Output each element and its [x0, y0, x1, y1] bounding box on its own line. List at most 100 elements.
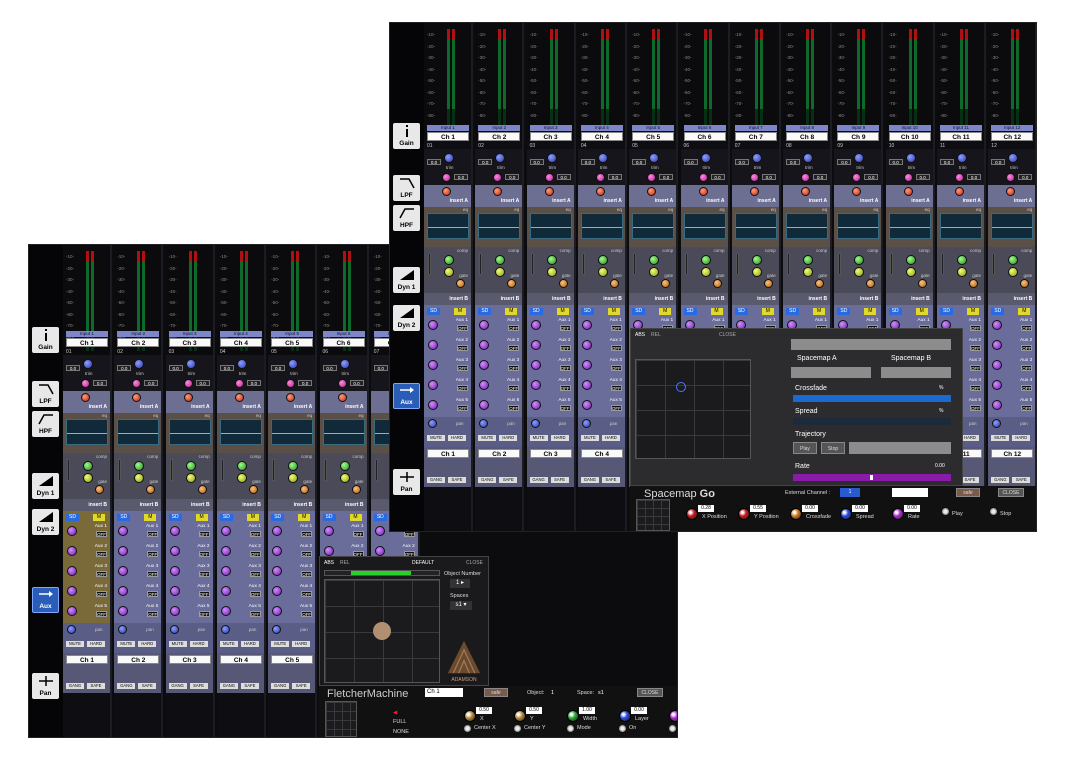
gain-value[interactable]: 0.0	[786, 159, 801, 165]
channel-name-bottom[interactable]: Ch 5	[271, 655, 314, 664]
aux-send-knob[interactable]	[479, 360, 490, 370]
comp-ratio-knob[interactable]	[649, 267, 660, 277]
rate-slider[interactable]	[793, 474, 951, 481]
eq-label[interactable]: eq	[102, 413, 107, 418]
mute-button[interactable]: MUTE	[117, 641, 136, 647]
lpf-value[interactable]: 0.0	[93, 380, 107, 386]
crossfade-slider[interactable]	[793, 395, 951, 402]
lpf-value[interactable]: 0.0	[659, 174, 674, 180]
trim-knob[interactable]	[236, 359, 247, 369]
gang-button[interactable]: GANG	[478, 477, 497, 483]
control-value[interactable]: 0.00	[904, 505, 920, 512]
lpf-knob[interactable]	[801, 173, 811, 182]
gate-knob[interactable]	[815, 279, 825, 288]
rail-pan-button[interactable]: Pan	[32, 673, 59, 699]
comp-threshold-knob[interactable]	[236, 461, 247, 471]
control-knob[interactable]	[790, 508, 802, 520]
insert-a-label[interactable]: insert A	[757, 198, 775, 204]
aux-off-button[interactable]: OFF	[508, 385, 520, 391]
control-knob[interactable]	[738, 508, 750, 520]
comp-label[interactable]: comp	[560, 248, 571, 253]
gate-label[interactable]: gate	[818, 273, 827, 278]
insert-a-label[interactable]: insert A	[911, 198, 929, 204]
external-channel-field[interactable]: 1	[840, 488, 860, 497]
aux-send-knob[interactable]	[581, 400, 592, 410]
trim-knob[interactable]	[134, 359, 145, 369]
toggle-radio[interactable]	[990, 508, 997, 515]
comp-label[interactable]: comp	[919, 248, 930, 253]
lpf-knob[interactable]	[234, 379, 244, 388]
eq-curve-display[interactable]	[632, 213, 675, 239]
rail-aux-button[interactable]: Aux	[32, 587, 59, 613]
object-puck[interactable]	[373, 622, 391, 640]
mute-monitor-button[interactable]: M	[93, 514, 105, 521]
aux-off-button[interactable]: OFF	[198, 531, 210, 537]
hpf-knob[interactable]	[442, 187, 451, 196]
comp-threshold-knob[interactable]	[649, 255, 660, 265]
insert-a-label[interactable]: insert A	[191, 404, 209, 410]
aux-send-knob[interactable]	[992, 380, 1003, 390]
aux-send-knob[interactable]	[169, 526, 180, 536]
hard-button[interactable]: HARD	[240, 641, 259, 647]
mute-monitor-button[interactable]: M	[761, 308, 774, 315]
comp-label[interactable]: comp	[457, 248, 468, 253]
sd-button[interactable]: SD	[373, 514, 387, 521]
mute-monitor-button[interactable]: M	[349, 514, 362, 521]
sd-button[interactable]: SD	[683, 308, 697, 315]
aux-off-button[interactable]: OFF	[1021, 365, 1033, 371]
comp-threshold-knob[interactable]	[83, 461, 93, 471]
channel-name[interactable]: Ch 4	[219, 338, 262, 347]
mute-monitor-button[interactable]: M	[246, 514, 259, 521]
gate-knob[interactable]	[197, 485, 207, 494]
insert-a-label[interactable]: insert A	[294, 404, 312, 410]
aux-send-knob[interactable]	[169, 606, 180, 616]
gate-knob[interactable]	[456, 279, 465, 288]
mute-monitor-button[interactable]: M	[144, 514, 157, 521]
aux-off-button[interactable]: OFF	[559, 325, 571, 331]
comp-ratio-knob[interactable]	[597, 267, 608, 277]
lpf-knob[interactable]	[442, 173, 451, 182]
safe-button[interactable]: SAFE	[189, 683, 208, 689]
aux-off-button[interactable]: OFF	[508, 345, 520, 351]
spacemap-b-field[interactable]	[881, 367, 951, 378]
lpf-value[interactable]: 0.0	[967, 174, 981, 180]
aux-send-knob[interactable]	[118, 526, 129, 536]
trim-knob[interactable]	[546, 153, 557, 163]
gate-label[interactable]: gate	[150, 479, 159, 484]
control-value[interactable]: 0.50	[476, 707, 492, 714]
eq-curve-display[interactable]	[786, 213, 829, 239]
spread-slider[interactable]	[793, 418, 951, 425]
input-name[interactable]: Input 3	[168, 331, 211, 337]
insert-a-label[interactable]: insert A	[706, 198, 724, 204]
aux-send-knob[interactable]	[272, 566, 283, 576]
eq-curve-display[interactable]	[991, 213, 1034, 239]
gain-value[interactable]: 0.0	[322, 365, 337, 371]
gang-button[interactable]: GANG	[117, 683, 136, 689]
comp-ratio-knob[interactable]	[854, 267, 865, 277]
eq-label[interactable]: eq	[307, 413, 312, 418]
aux-send-knob[interactable]	[479, 380, 490, 390]
trajectory-field[interactable]	[849, 442, 951, 454]
aux-off-button[interactable]: OFF	[508, 405, 520, 411]
lpf-value[interactable]: 0.0	[556, 174, 571, 180]
gate-knob[interactable]	[712, 279, 722, 288]
gate-knob[interactable]	[300, 485, 310, 494]
insert-b-label[interactable]: insert B	[140, 502, 159, 508]
tab-abs[interactable]: ABS	[324, 560, 334, 566]
aux-send-knob[interactable]	[530, 340, 541, 350]
aux-send-knob[interactable]	[428, 400, 438, 410]
comp-label[interactable]: comp	[765, 248, 776, 253]
insert-a-label[interactable]: insert A	[501, 198, 519, 204]
rail-dyn-2-button[interactable]: Dyn 2	[32, 509, 59, 535]
xy-panner-grid[interactable]	[324, 579, 440, 683]
rail-dyn-1-button[interactable]: Dyn 1	[393, 267, 420, 293]
hpf-knob[interactable]	[132, 393, 142, 402]
channel-name[interactable]: Ch 5	[271, 338, 314, 347]
mute-button[interactable]: MUTE	[478, 435, 497, 441]
eq-label[interactable]: eq	[668, 207, 673, 212]
lpf-value[interactable]: 0.0	[144, 380, 159, 386]
aux-off-button[interactable]: OFF	[301, 551, 313, 557]
aux-off-button[interactable]: OFF	[457, 405, 468, 411]
lpf-knob[interactable]	[183, 379, 193, 388]
aux-off-button[interactable]: OFF	[610, 325, 622, 331]
